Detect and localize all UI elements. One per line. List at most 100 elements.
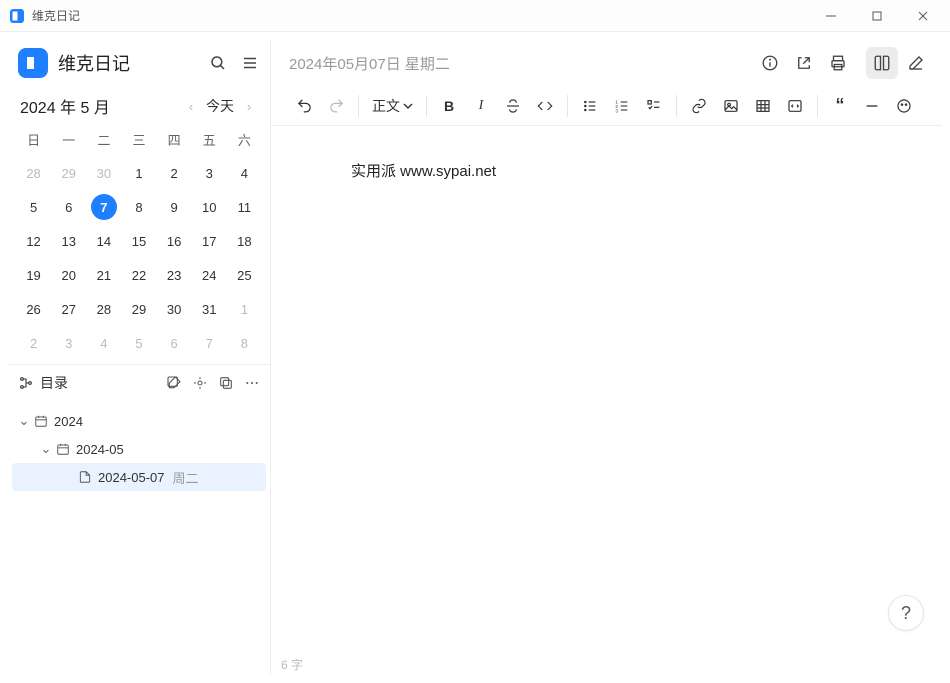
bullet-list-button[interactable] <box>575 91 605 121</box>
window-minimize-button[interactable] <box>808 0 854 32</box>
calendar-day[interactable]: 31 <box>192 296 227 322</box>
code-block-button[interactable] <box>780 91 810 121</box>
calendar-day[interactable]: 21 <box>86 262 121 288</box>
strike-button[interactable] <box>498 91 528 121</box>
help-button[interactable]: ? <box>888 595 924 631</box>
undo-button[interactable] <box>289 91 319 121</box>
edit-mode-button[interactable] <box>900 47 932 79</box>
calendar-header: 2024 年 5 月 ‹ 今天 › <box>8 86 270 124</box>
calendar-day[interactable]: 8 <box>121 194 156 220</box>
calendar-day[interactable]: 23 <box>157 262 192 288</box>
format-dropdown[interactable]: 正文 <box>366 91 419 121</box>
calendar-day[interactable]: 7 <box>86 194 121 220</box>
calendar-day[interactable]: 27 <box>51 296 86 322</box>
locate-button[interactable] <box>188 371 212 395</box>
calendar-day[interactable]: 3 <box>192 160 227 186</box>
ordered-list-button[interactable]: 123 <box>607 91 637 121</box>
calendar-day[interactable]: 12 <box>16 228 51 254</box>
calendar-day[interactable]: 8 <box>227 330 262 356</box>
calendar-day[interactable]: 11 <box>227 194 262 220</box>
calendar-day[interactable]: 4 <box>227 160 262 186</box>
calendar-day[interactable]: 9 <box>157 194 192 220</box>
window-maximize-button[interactable] <box>854 0 900 32</box>
calendar-day[interactable]: 10 <box>192 194 227 220</box>
calendar-dow: 二 <box>86 126 121 152</box>
calendar-day[interactable]: 16 <box>157 228 192 254</box>
editor-toolbar: 正文 B I 123 <box>271 86 942 126</box>
calendar-day[interactable]: 30 <box>86 160 121 186</box>
calendar-day[interactable]: 3 <box>51 330 86 356</box>
calendar-day[interactable]: 2 <box>157 160 192 186</box>
print-button[interactable] <box>822 47 854 79</box>
italic-button[interactable]: I <box>466 91 496 121</box>
image-button[interactable] <box>716 91 746 121</box>
app-name: 维克日记 <box>58 50 202 76</box>
chevron-down-icon: ⌄ <box>16 413 32 429</box>
calendar-day[interactable]: 24 <box>192 262 227 288</box>
redo-button[interactable] <box>321 91 351 121</box>
calendar-day[interactable]: 17 <box>192 228 227 254</box>
file-icon <box>76 470 94 484</box>
code-button[interactable] <box>530 91 560 121</box>
calendar-icon <box>54 442 72 456</box>
calendar-day[interactable]: 15 <box>121 228 156 254</box>
window-title: 维克日记 <box>32 7 80 24</box>
directory-header: 目录 <box>8 364 270 401</box>
calendar-day[interactable]: 13 <box>51 228 86 254</box>
calendar-day[interactable]: 29 <box>51 160 86 186</box>
info-button[interactable] <box>754 47 786 79</box>
calendar-day[interactable]: 29 <box>121 296 156 322</box>
editor-body[interactable]: 实用派 www.sypai.net <box>271 126 942 653</box>
calendar-day[interactable]: 20 <box>51 262 86 288</box>
new-note-button[interactable] <box>162 371 186 395</box>
calendar-dow: 日 <box>16 126 51 152</box>
tree-entry-node[interactable]: 2024-05-07 周二 <box>12 463 266 491</box>
quote-button[interactable]: “ <box>825 91 855 121</box>
link-button[interactable] <box>684 91 714 121</box>
calendar-day[interactable]: 7 <box>192 330 227 356</box>
calendar-day[interactable]: 5 <box>16 194 51 220</box>
open-external-button[interactable] <box>788 47 820 79</box>
tree-year-node[interactable]: ⌄ 2024 <box>12 407 266 435</box>
checklist-button[interactable] <box>639 91 669 121</box>
calendar-day[interactable]: 26 <box>16 296 51 322</box>
table-button[interactable] <box>748 91 778 121</box>
reading-mode-button[interactable] <box>866 47 898 79</box>
emoji-button[interactable] <box>889 91 919 121</box>
calendar-day[interactable]: 6 <box>157 330 192 356</box>
calendar-today-button[interactable]: 今天 <box>202 94 238 118</box>
bold-button[interactable]: B <box>434 91 464 121</box>
calendar-day[interactable]: 6 <box>51 194 86 220</box>
calendar-day[interactable]: 28 <box>86 296 121 322</box>
menu-button[interactable] <box>234 47 266 79</box>
tree-entry-day: 周二 <box>173 468 199 487</box>
calendar-day[interactable]: 1 <box>227 296 262 322</box>
help-label: ? <box>901 603 911 624</box>
calendar-next-button[interactable]: › <box>238 99 260 114</box>
calendar-day[interactable]: 22 <box>121 262 156 288</box>
window-close-button[interactable] <box>900 0 946 32</box>
calendar-dow: 六 <box>227 126 262 152</box>
search-button[interactable] <box>202 47 234 79</box>
svg-text:3: 3 <box>615 108 618 113</box>
calendar-day[interactable]: 5 <box>121 330 156 356</box>
calendar-day[interactable]: 30 <box>157 296 192 322</box>
calendar-dow: 一 <box>51 126 86 152</box>
calendar-prev-button[interactable]: ‹ <box>180 99 202 114</box>
separator <box>426 95 427 117</box>
calendar-day[interactable]: 4 <box>86 330 121 356</box>
calendar-day[interactable]: 25 <box>227 262 262 288</box>
more-button[interactable] <box>240 371 264 395</box>
tree-month-label: 2024-05 <box>76 442 124 457</box>
calendar-day[interactable]: 18 <box>227 228 262 254</box>
copy-button[interactable] <box>214 371 238 395</box>
calendar-day[interactable]: 19 <box>16 262 51 288</box>
separator <box>817 95 818 117</box>
calendar-day[interactable]: 14 <box>86 228 121 254</box>
app-logo <box>18 48 48 78</box>
tree-month-node[interactable]: ⌄ 2024-05 <box>12 435 266 463</box>
divider-button[interactable] <box>857 91 887 121</box>
calendar-day[interactable]: 1 <box>121 160 156 186</box>
calendar-day[interactable]: 28 <box>16 160 51 186</box>
calendar-day[interactable]: 2 <box>16 330 51 356</box>
